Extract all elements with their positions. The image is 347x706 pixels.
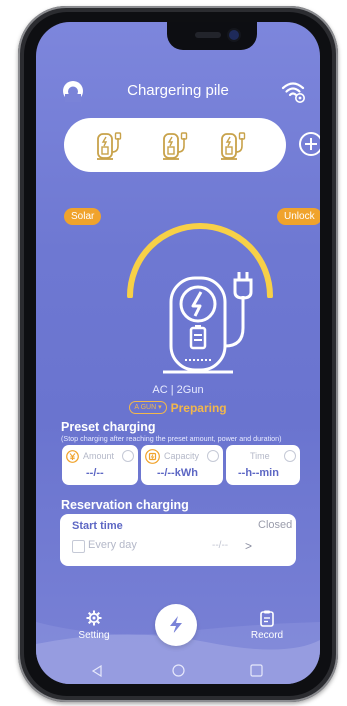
unlock-badge[interactable]: Unlock [277, 208, 320, 225]
reservation-time-value[interactable]: --/-- [212, 540, 228, 551]
capacity-value: --/--kWh [157, 467, 198, 479]
charging-station-icon [163, 272, 253, 374]
home-icon[interactable] [172, 664, 185, 677]
gun-selector-bar [64, 118, 286, 172]
time-card[interactable]: Time --h--min [226, 445, 300, 485]
every-day-checkbox[interactable] [72, 540, 85, 553]
camera-icon [229, 30, 239, 40]
charger-spec: AC | 2Gun [152, 384, 204, 396]
chevron-right-icon[interactable]: > [245, 539, 252, 553]
charging-gun-icon[interactable] [160, 128, 190, 162]
setting-label[interactable]: Setting [70, 630, 118, 641]
yen-icon [66, 450, 79, 463]
reservation-title: Reservation charging [61, 498, 189, 512]
amount-value: --/-- [86, 467, 104, 479]
capacity-label: Capacity [164, 451, 200, 461]
time-value: --h--min [238, 467, 279, 479]
check-icon [207, 450, 219, 462]
capacity-icon [145, 449, 160, 464]
preset-title: Preset charging [61, 420, 156, 434]
charging-gun-icon[interactable] [94, 128, 124, 162]
reservation-card: Start time Closed Every day --/-- > [60, 514, 296, 566]
reservation-state[interactable]: Closed [258, 519, 292, 531]
amount-label: Amount [83, 451, 115, 461]
time-label: Time [250, 451, 270, 461]
check-icon [122, 450, 134, 462]
gun-select-dropdown[interactable]: A GUN ▾ [129, 401, 167, 415]
page-title: Chargering pile [127, 82, 229, 99]
charger-status-row: A GUN ▾ Preparing [36, 399, 320, 415]
phone-notch [167, 22, 257, 50]
every-day-label: Every day [88, 539, 137, 551]
status-text: Preparing [170, 400, 227, 415]
preset-note: (Stop charging after reaching the preset… [61, 434, 282, 443]
start-label[interactable]: Start [152, 630, 200, 641]
back-icon[interactable] [91, 665, 103, 677]
charging-gun-icon[interactable] [218, 128, 248, 162]
gear-icon[interactable] [86, 610, 102, 626]
add-circle-icon[interactable] [298, 131, 320, 157]
wifi-settings-icon[interactable] [280, 78, 306, 104]
amount-card[interactable]: Amount --/-- [62, 445, 138, 485]
start-time-label: Start time [72, 520, 123, 532]
check-icon [284, 450, 296, 462]
solar-badge[interactable]: Solar [64, 208, 102, 225]
phone-mockup: Chargering pile Solar Unlock AC | 2Gun A… [0, 0, 347, 706]
record-icon[interactable] [260, 610, 274, 627]
capacity-card[interactable]: Capacity --/--kWh [141, 445, 223, 485]
record-label[interactable]: Record [243, 630, 291, 641]
app-screen: Chargering pile Solar Unlock AC | 2Gun A… [36, 22, 320, 684]
recents-icon[interactable] [250, 664, 263, 677]
chevron-down-icon: ▾ [158, 404, 162, 412]
system-nav-bar [36, 658, 320, 684]
